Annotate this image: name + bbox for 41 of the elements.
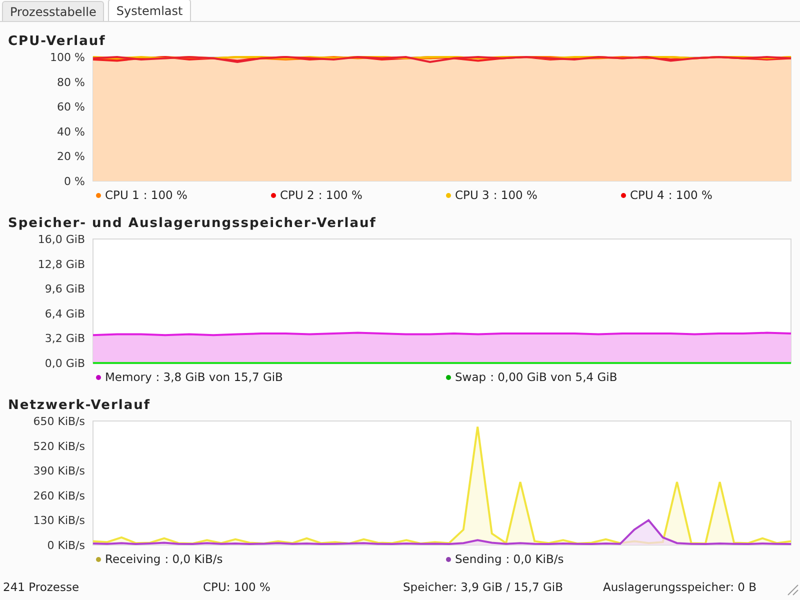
axis-tick-label: 40 % (57, 125, 85, 138)
legend-label: Swap (455, 370, 486, 384)
legend-value: : 100 % (143, 188, 188, 202)
axis-tick-label: 260 KiB/s (33, 489, 85, 502)
legend-value: : 100 % (318, 188, 362, 202)
legend-value: : 0,0 KiB/s (164, 552, 223, 566)
axis-tick-label: 100 % (50, 52, 85, 64)
status-text: CPU: 100 % (202, 580, 270, 594)
axis-tick-label: 9,6 GiB (44, 282, 85, 296)
panel-title: CPU-Verlauf (7, 33, 106, 51)
legend-value: : 100 % (668, 188, 712, 202)
axis-tick-label: 0,0 GiB (44, 357, 85, 368)
axis-tick-label: 80 % (57, 76, 85, 89)
legend-label: Sending (455, 552, 502, 566)
status-text: Speicher: 3,9 GiB / 15,7 GiB (402, 580, 563, 594)
axis-tick-label: 130 KiB/s (33, 514, 85, 528)
panel-title: Netzwerk-Verlauf (7, 397, 151, 415)
legend-value: : 0,00 GiB von 5,4 GiB (490, 370, 618, 384)
axis-tick-label: 60 % (57, 100, 85, 114)
legend-label: CPU 3 (455, 188, 490, 202)
legend-value: : 3,8 GiB von 15,7 GiB (156, 370, 283, 384)
panel-title: Speicher- und Auslagerungsspeicher-Verlauf (7, 215, 376, 233)
axis-tick-label: 6,4 GiB (44, 307, 85, 320)
legend-label: Memory (105, 370, 152, 384)
legend-label: CPU 4 (630, 188, 664, 202)
axis-tick-label: 0 KiB/s (47, 539, 85, 550)
legend-value: : 0,0 KiB/s (506, 552, 564, 566)
axis-tick-label: 520 KiB/s (33, 440, 85, 453)
legend-value: : 100 % (493, 188, 538, 202)
axis-tick-label: 12,8 GiB (38, 258, 85, 271)
axis-tick-label: 0 % (64, 175, 85, 186)
status-text: Auslagerungsspeicher: 0 B (602, 580, 757, 594)
status-text: 241 Prozesse (2, 580, 80, 594)
legend-label: CPU 1 (105, 188, 140, 202)
legend-label: CPU 2 (280, 188, 314, 202)
axis-tick-label: 20 % (57, 150, 85, 164)
legend-label: Receiving (105, 552, 161, 566)
axis-tick-label: 3,2 GiB (44, 332, 85, 346)
axis-tick-label: 16,0 GiB (38, 234, 85, 246)
axis-tick-label: 390 KiB/s (33, 464, 85, 478)
axis-tick-label: 650 KiB/s (33, 416, 85, 428)
